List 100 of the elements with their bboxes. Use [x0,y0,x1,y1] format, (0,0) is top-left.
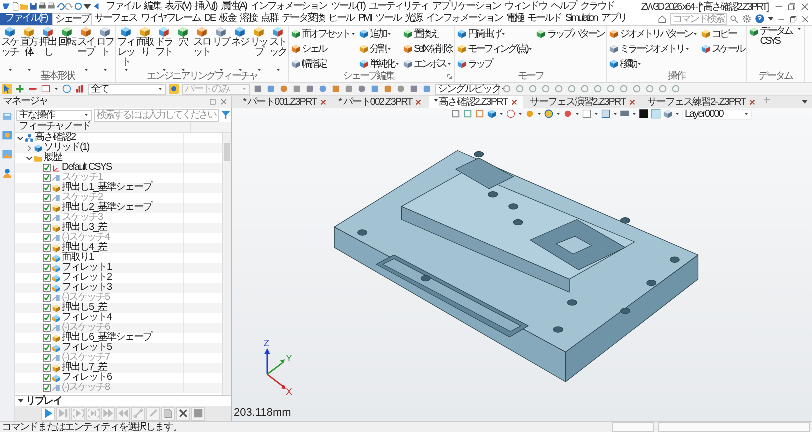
caret-icon[interactable] [613,112,618,116]
ribbon-button[interactable]: 置換え [403,27,452,41]
ribbon-button[interactable]: 移動 [609,57,698,71]
scrollbar[interactable] [222,133,231,395]
close-icon[interactable] [801,14,810,24]
launcher-icon[interactable] [447,74,453,80]
ribbon-button[interactable]: ロフト [96,26,114,72]
chevron-icon[interactable] [17,134,24,142]
section-header[interactable]: リプレイ [15,395,231,406]
ribbon-tab[interactable]: シェーブ [52,13,92,25]
ribbon-tab[interactable]: 溶接 [238,13,260,25]
ribbon-button[interactable]: 面オフセット [291,27,356,41]
caret-icon[interactable] [537,112,542,116]
chevron-icon[interactable] [26,154,33,162]
menu-item[interactable]: クラウド [578,0,616,13]
ribbon-tab[interactable]: 板金 [217,13,238,25]
menu-item[interactable]: インフォメーション [248,0,330,13]
ribbon-button[interactable]: リブ [212,26,230,72]
ribbon-button[interactable]: 穴 [174,26,192,72]
ribbon-button[interactable]: ネジ [231,26,249,72]
undo-icon[interactable] [56,2,65,11]
close-icon[interactable] [800,2,810,12]
caret-icon[interactable] [556,112,561,116]
ribbon-button[interactable]: ミラージオメトリ [609,42,698,56]
ribbon-button[interactable]: スケッチ [1,26,19,72]
close-icon[interactable] [220,98,228,106]
ribbon-button[interactable]: シェル [291,42,356,56]
ribbon-tab[interactable]: データ変換 [280,13,327,25]
ribbon-button[interactable]: 直方体 [20,26,38,72]
ribbon-button[interactable]: ストック [269,26,287,72]
tree-item[interactable]: フィレット3 [15,283,222,293]
tree-item[interactable]: ソリッド(1) [15,143,222,153]
caret-icon[interactable] [83,2,92,11]
image-icon[interactable] [2,149,12,160]
tree-item[interactable]: 押出し4_差 [15,243,222,253]
menu-item[interactable]: ファイル [104,0,142,13]
ribbon-button[interactable]: SelfXを削除 [403,42,452,56]
ribbon-button[interactable]: スロット [193,26,211,72]
checkbox[interactable] [43,204,51,212]
home-icon[interactable] [658,14,667,24]
caret-icon[interactable] [802,99,808,105]
checkbox[interactable] [43,384,51,392]
ribbon-button[interactable]: 追加 [359,27,400,41]
caret-icon[interactable] [575,112,580,116]
dropdown[interactable]: 主な操作 [16,110,92,120]
checkbox[interactable] [43,374,51,382]
file-tab[interactable]: ファイル(F) [0,13,52,25]
checkbox[interactable] [43,194,51,202]
ribbon-tab[interactable]: 電極 [504,13,526,25]
ribbon-button[interactable]: 押出し [39,26,57,72]
new-file-icon[interactable] [11,2,20,11]
ribbon-button[interactable]: ラップ パターン [536,27,604,41]
tree-item[interactable]: フィレット5 [15,343,222,353]
tree-item[interactable]: 押出し1_基準シェープ [15,183,222,193]
checkbox[interactable] [43,354,51,362]
checkbox[interactable] [43,314,51,322]
tree-item[interactable]: 押出し7_差 [15,363,222,373]
ribbon-tab[interactable]: ツール [373,13,403,25]
ribbon-button[interactable]: 円筒曲げ [457,27,534,41]
menu-item[interactable]: 挿入(I) [192,0,219,13]
menu-item[interactable]: ウィンドウ [502,0,549,13]
checkbox[interactable] [43,174,51,182]
ribbon-button[interactable]: 回転 [58,26,76,72]
checkbox[interactable] [43,234,51,242]
help-icon[interactable] [755,14,765,24]
ribbon-button[interactable]: 単純化 [359,57,400,71]
ribbon-button[interactable]: ジオメトリパターン [609,27,698,41]
plus-icon[interactable] [762,96,771,104]
caret-icon[interactable] [518,112,523,116]
caret-icon[interactable] [768,16,774,22]
plus-icon[interactable] [15,84,25,94]
checkbox[interactable] [43,364,51,372]
ribbon-button[interactable]: ドラフト [155,26,173,72]
ribbon-button[interactable]: リップ [250,26,268,72]
ribbon-button[interactable]: エンボス [403,57,452,71]
checkbox[interactable] [43,294,51,302]
monitor-icon[interactable] [620,109,630,119]
ribbon-button[interactable]: 面取り [136,26,154,72]
ribbon-button[interactable]: スイープ [77,26,95,72]
checkbox[interactable] [43,344,51,352]
ribbon-tab[interactable]: 点群 [259,13,280,25]
ribbon-tab[interactable]: モールド [525,13,564,25]
save-icon[interactable] [29,2,38,11]
menu-item[interactable]: ヘルプ [548,0,578,13]
caret-icon[interactable] [675,112,680,116]
ribbon-tab[interactable]: アプリ [599,13,629,25]
ribbon-button[interactable]: フィレット [117,26,135,72]
ribbon-tab[interactable]: DE [202,13,218,25]
ribbon-tab[interactable]: サーフェス [92,13,139,25]
search-icon[interactable] [730,14,739,24]
ribbon-tab[interactable]: PMI [356,13,374,25]
ribbon-tab[interactable]: ワイヤフレーム [138,13,202,25]
checkbox[interactable] [43,304,51,312]
delete-button[interactable] [176,406,190,420]
tree-item[interactable]: 押出し2_基準シェープ [15,203,222,213]
checkbox[interactable] [43,264,51,272]
caret-icon[interactable] [594,112,599,116]
checkbox[interactable] [43,274,51,282]
logo-icon[interactable] [2,2,11,11]
checkbox[interactable] [43,244,51,252]
